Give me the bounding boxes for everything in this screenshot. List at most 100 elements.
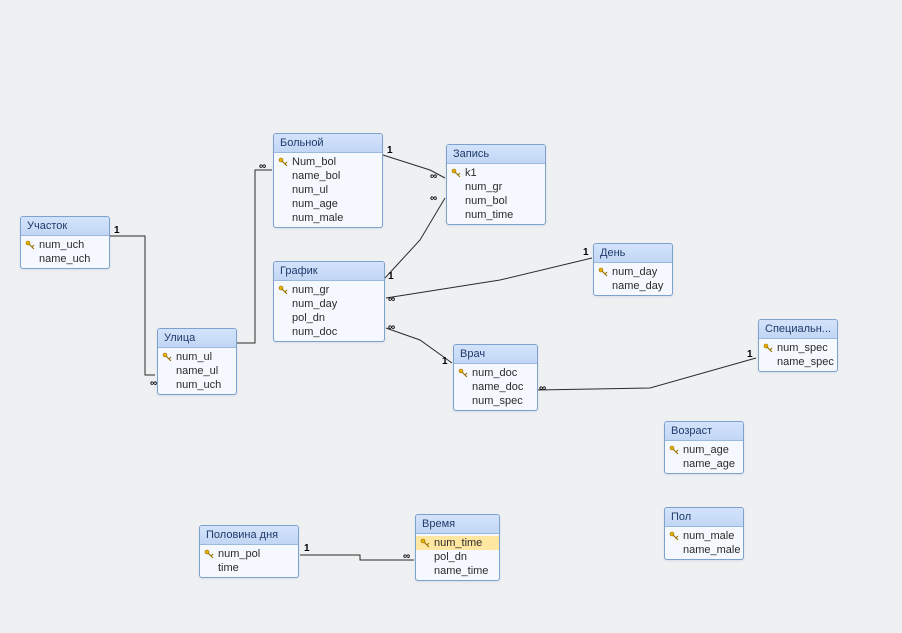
table-title[interactable]: Половина дня	[200, 526, 298, 545]
table-field[interactable]: name_age	[665, 457, 743, 471]
table-field[interactable]: num_age	[665, 443, 743, 457]
table-field[interactable]: num_bol	[447, 194, 545, 208]
table-body: num_ul name_ul num_uch	[158, 348, 236, 394]
field-label: pol_dn	[290, 312, 325, 324]
field-label: num_pol	[216, 548, 260, 560]
table-field[interactable]: pol_dn	[274, 311, 384, 325]
table-field[interactable]: name_bol	[274, 169, 382, 183]
table-field[interactable]: num_day	[594, 265, 672, 279]
field-label: num_age	[681, 444, 729, 456]
table-field[interactable]: num_gr	[274, 283, 384, 297]
field-label: num_spec	[775, 342, 828, 354]
card-label: 1	[387, 145, 393, 156]
table-field[interactable]: num_ul	[274, 183, 382, 197]
table-den[interactable]: День num_day name_day	[593, 243, 673, 296]
table-field[interactable]: name_male	[665, 543, 743, 557]
key-icon	[449, 167, 463, 179]
table-polovina[interactable]: Половина дня num_pol time	[199, 525, 299, 578]
table-field[interactable]: num_pol	[200, 547, 298, 561]
table-field[interactable]: num_doc	[454, 366, 537, 380]
table-field[interactable]: num_time	[447, 208, 545, 222]
table-body: num_pol time	[200, 545, 298, 577]
table-field[interactable]: Num_bol	[274, 155, 382, 169]
field-label: num_ul	[290, 184, 328, 196]
table-field[interactable]: pol_dn	[416, 550, 499, 564]
table-ulitsa[interactable]: Улица num_ul name_ul num_uch	[157, 328, 237, 395]
field-label: num_age	[290, 198, 338, 210]
card-label: 1	[304, 543, 310, 554]
table-field[interactable]: num_gr	[447, 180, 545, 194]
card-label: ∞	[430, 171, 437, 182]
key-icon	[667, 530, 681, 542]
field-label: name_bol	[290, 170, 340, 182]
field-label: name_day	[610, 280, 663, 292]
field-label: pol_dn	[432, 551, 467, 563]
field-label: num_spec	[470, 395, 523, 407]
table-title[interactable]: Время	[416, 515, 499, 534]
table-field[interactable]: num_male	[665, 529, 743, 543]
card-label: ∞	[430, 193, 437, 204]
card-label: 1	[583, 247, 589, 258]
table-pol[interactable]: Пол num_male name_male	[664, 507, 744, 560]
table-field[interactable]: name_doc	[454, 380, 537, 394]
card-label: 1	[114, 225, 120, 236]
table-title[interactable]: Возраст	[665, 422, 743, 441]
field-label: name_uch	[37, 253, 90, 265]
field-label: num_day	[610, 266, 657, 278]
table-vremya[interactable]: Время num_time pol_dn name_time	[415, 514, 500, 581]
table-field[interactable]: name_ul	[158, 364, 236, 378]
field-label: num_bol	[463, 195, 507, 207]
table-field[interactable]: k1	[447, 166, 545, 180]
table-title[interactable]: График	[274, 262, 384, 281]
table-grafik[interactable]: График num_gr num_day pol_dn num_doc	[273, 261, 385, 342]
table-field[interactable]: name_uch	[21, 252, 109, 266]
key-icon	[596, 266, 610, 278]
table-field[interactable]: time	[200, 561, 298, 575]
table-title[interactable]: Запись	[447, 145, 545, 164]
table-title[interactable]: Участок	[21, 217, 109, 236]
table-field[interactable]: num_doc	[274, 325, 384, 339]
field-label: num_doc	[290, 326, 337, 338]
table-bolnoy[interactable]: Больной Num_bol name_bol num_ul num_age …	[273, 133, 383, 228]
card-label: ∞	[259, 161, 266, 172]
table-vozrast[interactable]: Возраст num_age name_age	[664, 421, 744, 474]
table-title[interactable]: Врач	[454, 345, 537, 364]
card-label: ∞	[539, 383, 546, 394]
table-vrach[interactable]: Врач num_doc name_doc num_spec	[453, 344, 538, 411]
table-field[interactable]: num_age	[274, 197, 382, 211]
table-body: num_time pol_dn name_time	[416, 534, 499, 580]
card-label: 1	[747, 349, 753, 360]
table-field[interactable]: num_time	[416, 536, 499, 550]
table-zapis[interactable]: Запись k1 num_gr num_bol num_time	[446, 144, 546, 225]
table-field[interactable]: num_spec	[454, 394, 537, 408]
table-field[interactable]: num_male	[274, 211, 382, 225]
table-field[interactable]: name_time	[416, 564, 499, 578]
field-label: name_ul	[174, 365, 218, 377]
table-body: num_uch name_uch	[21, 236, 109, 268]
table-field[interactable]: num_uch	[21, 238, 109, 252]
table-field[interactable]: num_spec	[759, 341, 837, 355]
key-icon	[418, 537, 432, 549]
table-field[interactable]: name_day	[594, 279, 672, 293]
table-title[interactable]: Пол	[665, 508, 743, 527]
field-label: time	[216, 562, 239, 574]
table-title[interactable]: Специальн...	[759, 320, 837, 339]
table-uchastok[interactable]: Участок num_uch name_uch	[20, 216, 110, 269]
table-body: num_spec name_spec	[759, 339, 837, 371]
key-icon	[276, 156, 290, 168]
table-field[interactable]: num_ul	[158, 350, 236, 364]
field-label: name_spec	[775, 356, 834, 368]
table-field[interactable]: num_day	[274, 297, 384, 311]
table-field[interactable]: num_uch	[158, 378, 236, 392]
table-field[interactable]: name_spec	[759, 355, 837, 369]
field-label: num_gr	[463, 181, 502, 193]
field-label: num_male	[681, 530, 734, 542]
table-title[interactable]: Больной	[274, 134, 382, 153]
field-label: name_age	[681, 458, 735, 470]
field-label: num_uch	[174, 379, 221, 391]
table-title[interactable]: Улица	[158, 329, 236, 348]
table-spec[interactable]: Специальн... num_spec name_spec	[758, 319, 838, 372]
table-title[interactable]: День	[594, 244, 672, 263]
table-body: num_day name_day	[594, 263, 672, 295]
field-label: Num_bol	[290, 156, 336, 168]
